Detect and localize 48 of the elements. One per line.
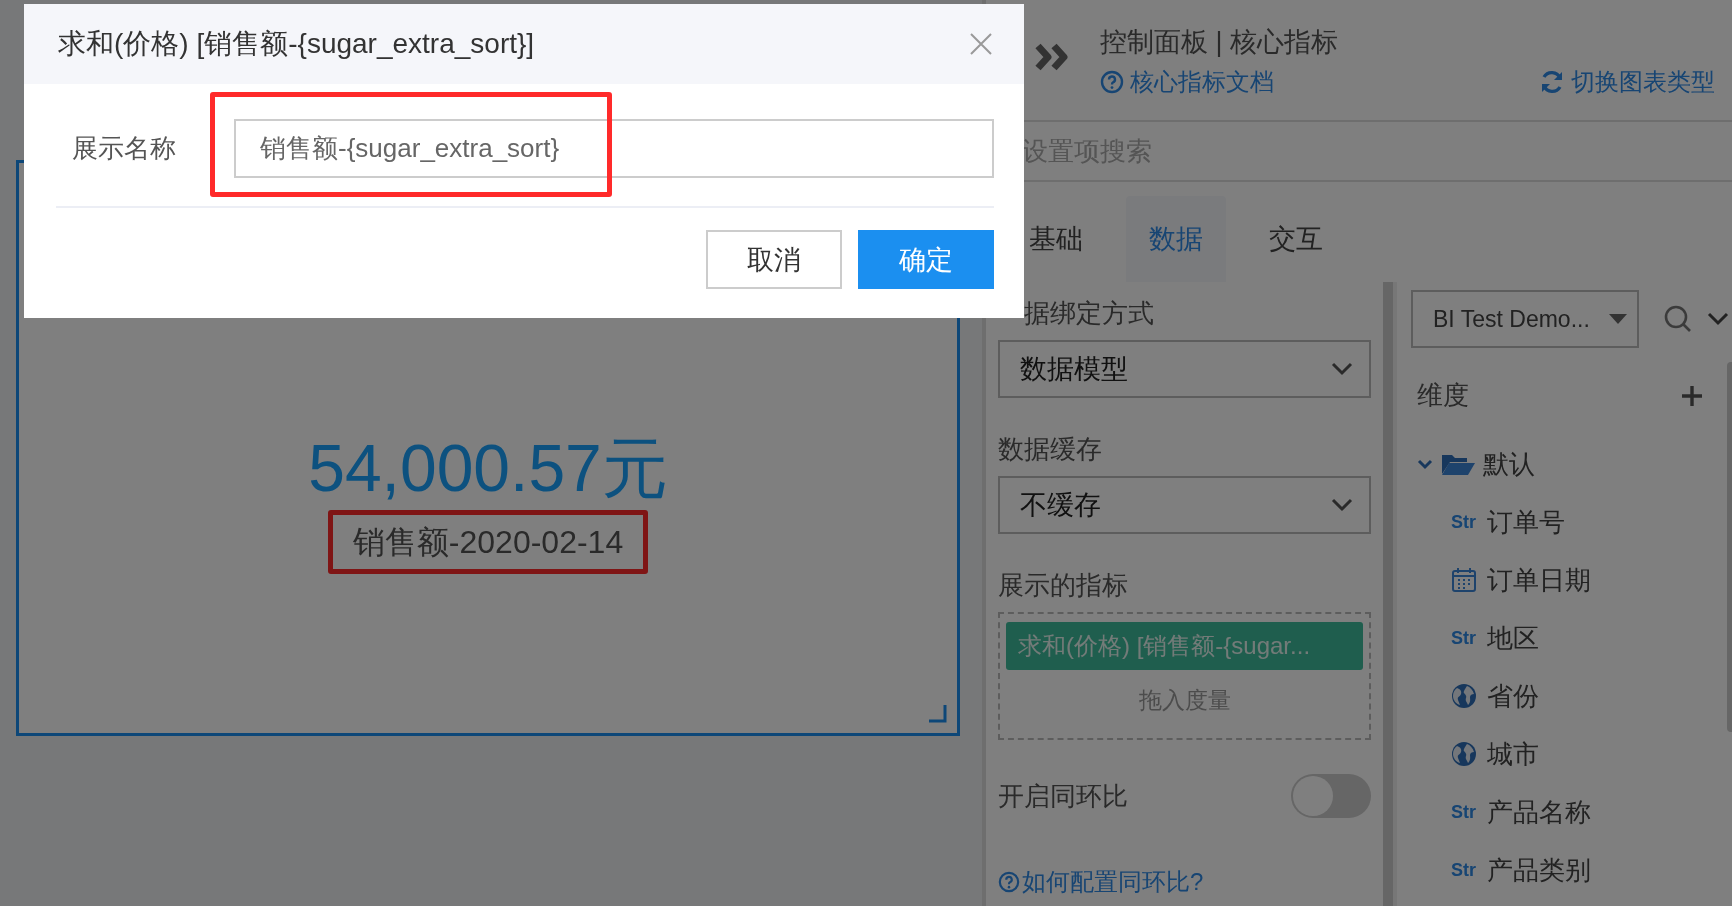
refresh-icon bbox=[1539, 69, 1565, 95]
tab[interactable]: 交互 bbox=[1246, 196, 1346, 282]
display-name-field[interactable]: 销售额-{sugar_extra_sort} bbox=[234, 119, 994, 178]
chevron-down-icon[interactable] bbox=[1707, 312, 1729, 326]
help-icon bbox=[1100, 70, 1124, 94]
tree-folder[interactable]: 默认 bbox=[1411, 435, 1729, 493]
panel-title: 控制面板 | 核心指标 bbox=[1100, 26, 1340, 59]
cache-select[interactable]: 不缓存 bbox=[998, 476, 1371, 534]
search-icon[interactable] bbox=[1663, 304, 1693, 334]
chevron-down-icon bbox=[1331, 498, 1353, 512]
tab[interactable]: 数据 bbox=[1126, 196, 1226, 282]
tree-field[interactable]: Str 订单号 bbox=[1411, 493, 1729, 551]
help-link[interactable]: 如何配置同环比? bbox=[998, 866, 1371, 898]
cancel-button[interactable]: 取消 bbox=[706, 230, 842, 289]
string-type-label: Str bbox=[1451, 859, 1477, 881]
tree-field[interactable]: 省份 bbox=[1411, 667, 1729, 725]
globe-icon bbox=[1451, 741, 1477, 767]
data-source-select[interactable]: BI Test Demo... bbox=[1411, 290, 1639, 348]
field-label: 据绑定方式 bbox=[1023, 297, 1155, 330]
metric-label: 销售额-2020-02-14 bbox=[352, 523, 624, 562]
string-type-label: Str bbox=[1451, 511, 1477, 533]
binding-select[interactable]: 数据模型 bbox=[998, 340, 1371, 398]
tree-field[interactable]: 城市 bbox=[1411, 725, 1729, 783]
confirm-button[interactable]: 确定 bbox=[858, 230, 994, 289]
doc-link[interactable]: 核心指标文档 bbox=[1100, 66, 1274, 98]
dialog-title: 求和(价格) [销售额-{sugar_extra_sort}] bbox=[58, 27, 535, 61]
string-type-label: Str bbox=[1451, 801, 1477, 823]
section-label: 维度 bbox=[1417, 379, 1469, 412]
resize-handle-icon[interactable] bbox=[927, 703, 947, 723]
field-label: 展示的指标 bbox=[998, 569, 1129, 602]
chevron-down-icon bbox=[1331, 362, 1353, 376]
compare-toggle[interactable] bbox=[1291, 774, 1371, 818]
toggle-label: 开启同环比 bbox=[998, 779, 1128, 813]
calendar-icon bbox=[1451, 567, 1477, 593]
string-type-label: Str bbox=[1451, 627, 1477, 649]
tree-field[interactable]: 订单日期 bbox=[1411, 551, 1729, 609]
field-label: 数据缓存 bbox=[998, 433, 1103, 466]
globe-icon bbox=[1451, 683, 1477, 709]
help-icon bbox=[998, 871, 1020, 893]
plus-icon[interactable] bbox=[1681, 384, 1703, 407]
switch-chart-type-link[interactable]: 切换图表类型 bbox=[1539, 66, 1715, 98]
close-icon[interactable] bbox=[968, 31, 994, 57]
tree-field[interactable]: Str 产品名称 bbox=[1411, 783, 1729, 841]
metric-value: 54,000.57元 bbox=[308, 430, 668, 507]
caret-down-icon bbox=[1609, 314, 1627, 324]
tree-field[interactable]: Str 产品类别 bbox=[1411, 841, 1729, 899]
folder-icon bbox=[1441, 452, 1475, 476]
tree-field[interactable]: Str 地区 bbox=[1411, 609, 1729, 667]
